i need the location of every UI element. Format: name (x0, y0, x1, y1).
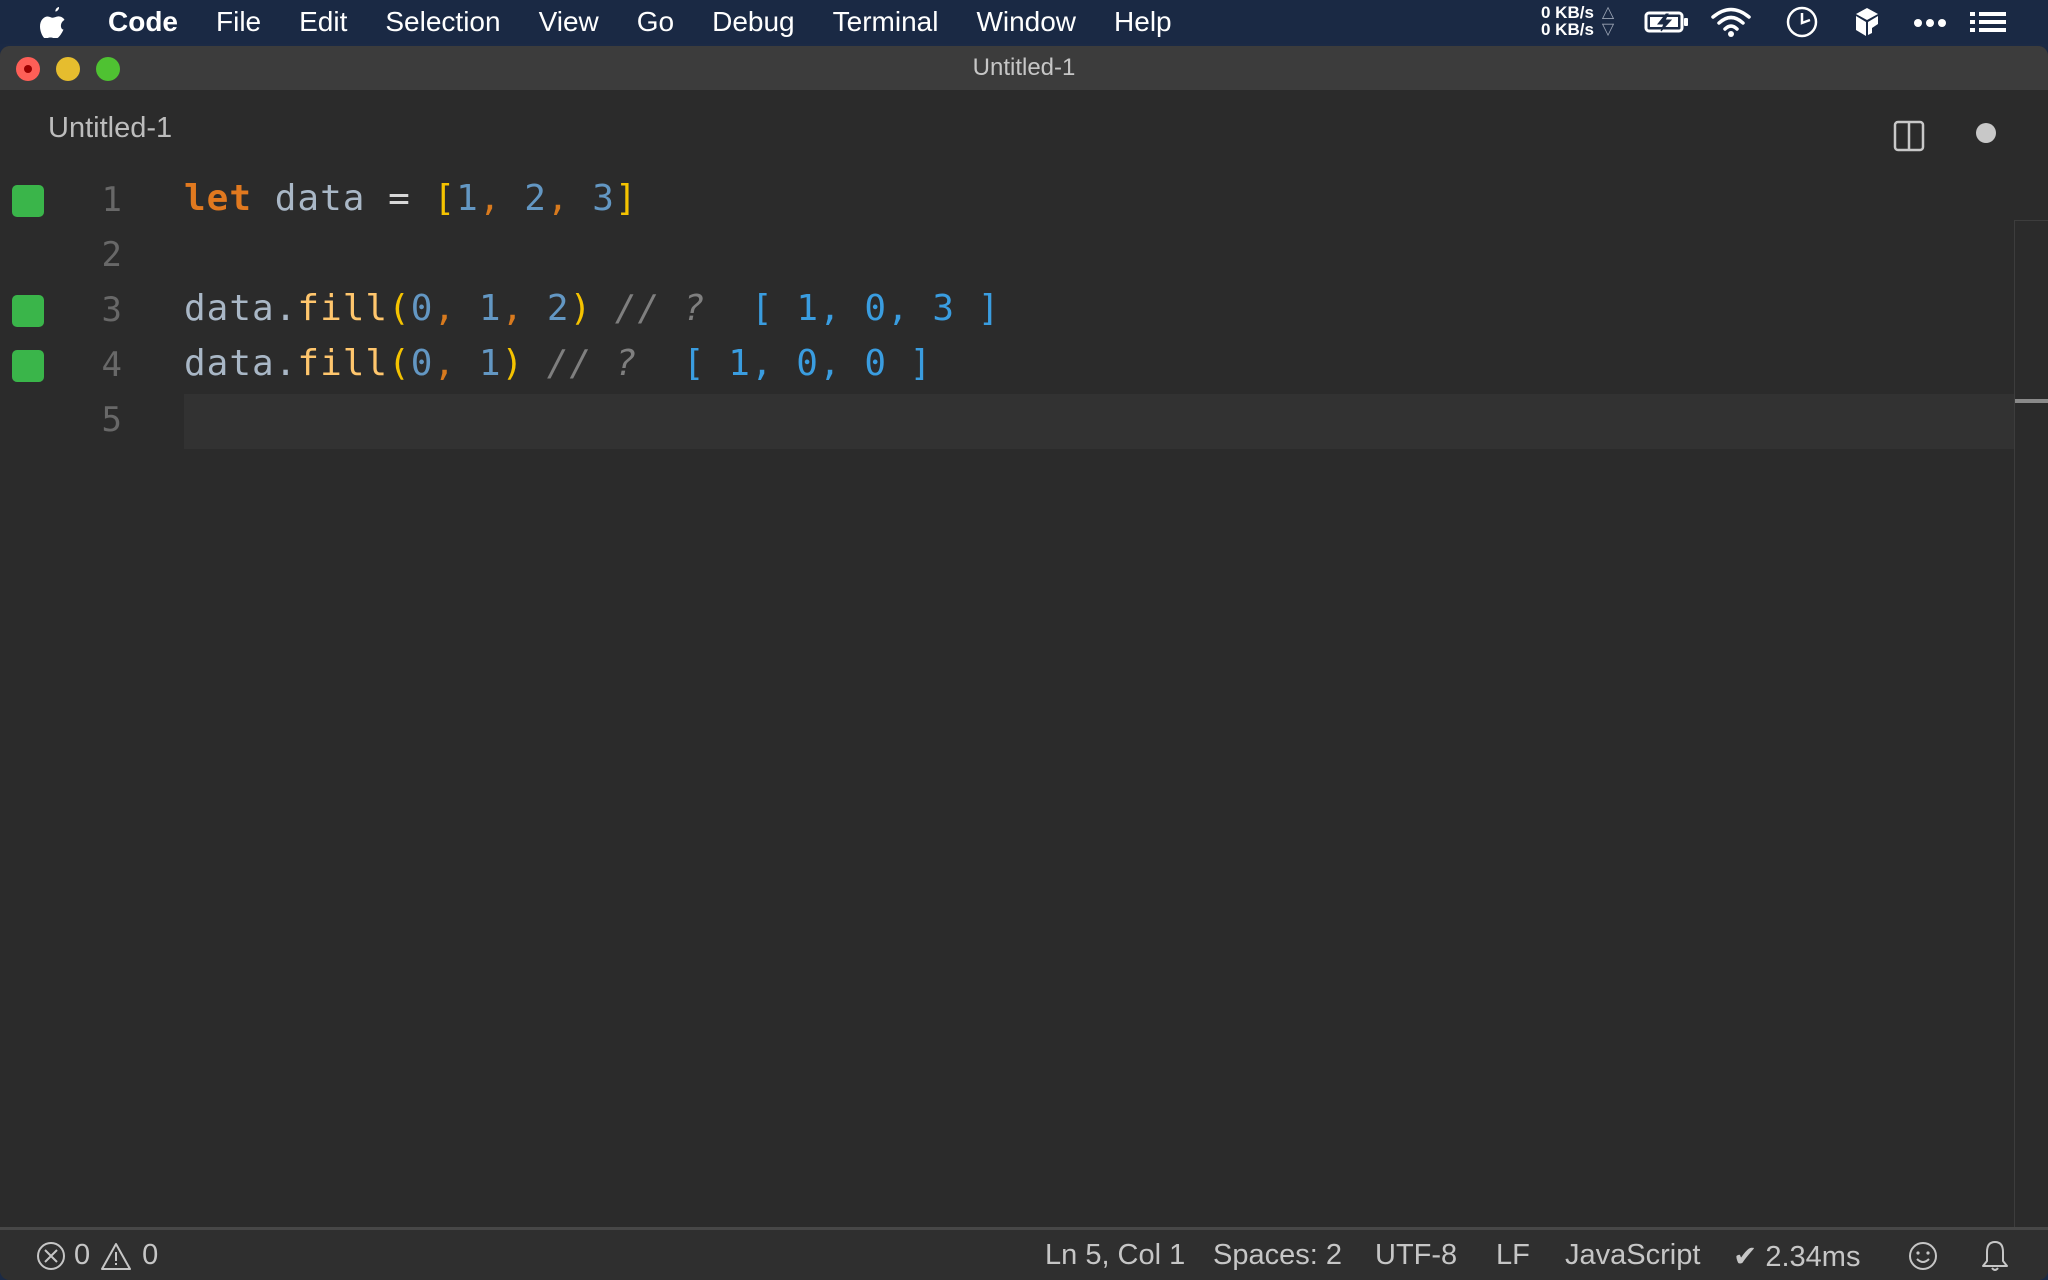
warning-icon (101, 1242, 132, 1270)
vscode-window: Untitled-1 Untitled-1 1 let data = [1, 2,… (0, 46, 2048, 1280)
code-token: 0 (410, 288, 434, 329)
warning-count: 0 (142, 1239, 159, 1271)
code-token: data (184, 343, 275, 384)
menu-file[interactable]: File (216, 6, 261, 38)
battery-charging-icon[interactable] (1644, 6, 1690, 38)
code-token: 1 (478, 343, 502, 384)
code-token: 1 (456, 178, 479, 219)
menu-selection[interactable]: Selection (385, 6, 500, 38)
menu-view[interactable]: View (539, 6, 599, 38)
code-line[interactable]: data.fill(0, 1, 2) // ? [ 1, 0, 3 ] (184, 288, 1000, 329)
language-mode[interactable]: JavaScript (1565, 1239, 1700, 1272)
code-token: // ? (592, 288, 729, 329)
code-token: data (184, 288, 275, 329)
inline-result: [ 1, 0, 3 ] (728, 288, 1001, 329)
window-titlebar[interactable]: Untitled-1 (0, 46, 2048, 90)
inline-result: [ 1, 0, 0 ] (660, 343, 933, 384)
apple-logo-icon[interactable] (40, 6, 68, 38)
upload-arrow-icon: △ (1601, 4, 1615, 21)
download-speed: 0 KB/s (1541, 20, 1594, 39)
cursor-position[interactable]: Ln 5, Col 1 (1045, 1239, 1185, 1272)
overview-ruler-top (2014, 220, 2048, 221)
window-title: Untitled-1 (972, 54, 1076, 81)
quokka-coverage-marker[interactable] (12, 185, 44, 217)
box-app-icon[interactable] (1852, 6, 1882, 38)
code-editor[interactable]: 1 let data = [1, 2, 3] 2 3 data.fill(0, 1, 2… (0, 170, 2048, 1273)
editor-tab-bar: Untitled-1 (0, 90, 2048, 170)
code-token: , (501, 288, 547, 329)
line-number: 1 (101, 180, 122, 220)
menu-code[interactable]: Code (108, 6, 178, 38)
line-number: 3 (101, 290, 122, 330)
eol-setting[interactable]: LF (1496, 1239, 1530, 1272)
error-icon (37, 1241, 65, 1270)
code-token: 3 (592, 178, 615, 219)
line-number: 4 (101, 345, 122, 385)
quokka-coverage-marker[interactable] (12, 350, 44, 382)
code-line[interactable]: let data = [1, 2, 3] (184, 178, 638, 219)
code-token: ( (388, 343, 411, 384)
code-token: . (274, 343, 298, 384)
encoding-setting[interactable]: UTF-8 (1375, 1239, 1457, 1272)
code-token: , (478, 178, 525, 219)
code-token: fill (297, 288, 389, 329)
macos-menu-bar: Code File Edit Selection View Go Debug T… (0, 0, 2048, 44)
code-line[interactable]: data.fill(0, 1) // ? [ 1, 0, 0 ] (184, 343, 932, 384)
line-number: 5 (101, 400, 122, 440)
code-token: fill (297, 343, 389, 384)
quokka-timing[interactable]: ✔ 2.34ms (1733, 1239, 1860, 1274)
code-token: 0 (410, 343, 434, 384)
code-token: 2 (546, 288, 570, 329)
smiley-icon[interactable] (1908, 1240, 1938, 1272)
error-count: 0 (74, 1239, 91, 1271)
code-token: 1 (478, 288, 502, 329)
code-token: [ (433, 178, 457, 219)
status-bar: 0 0 Ln 5, Col 1 Spaces: 2 UTF-8 LF JavaS… (0, 1227, 2048, 1280)
code-token: // ? (524, 343, 661, 384)
indentation-setting[interactable]: Spaces: 2 (1213, 1239, 1342, 1272)
upload-speed: 0 KB/s (1541, 3, 1594, 22)
list-menu-icon[interactable] (1968, 6, 2008, 38)
problems-indicator[interactable]: 0 0 (36, 1239, 158, 1272)
tab-untitled-1[interactable]: Untitled-1 (48, 112, 172, 145)
menu-terminal[interactable]: Terminal (833, 6, 939, 38)
clock-icon[interactable] (1784, 6, 1820, 38)
overview-ruler-cursor-marker (2015, 399, 2048, 403)
code-token: let (184, 178, 253, 219)
overview-ruler[interactable] (2014, 220, 2015, 1273)
code-token: ( (388, 288, 411, 329)
menu-edit[interactable]: Edit (299, 6, 347, 38)
menu-items: Code File Edit Selection View Go Debug T… (108, 0, 1210, 44)
download-arrow-icon: ▽ (1601, 21, 1615, 38)
code-token: , (433, 288, 479, 329)
code-token: 2 (524, 178, 547, 219)
code-token: , (433, 343, 479, 384)
code-token: ) (501, 343, 525, 384)
split-editor-icon[interactable] (1893, 120, 1925, 152)
bell-icon[interactable] (1980, 1239, 2010, 1273)
code-token: data (274, 178, 366, 219)
code-token: , (546, 178, 593, 219)
menu-window[interactable]: Window (976, 6, 1076, 38)
more-dots-icon[interactable] (1912, 6, 1948, 38)
menu-debug[interactable]: Debug (712, 6, 795, 38)
code-token: ) (569, 288, 593, 329)
line-number: 2 (101, 235, 122, 275)
code-token: ] (614, 178, 638, 219)
quokka-coverage-marker[interactable] (12, 295, 44, 327)
unsaved-dot-icon[interactable] (1976, 123, 1996, 143)
code-token: = (388, 178, 411, 219)
code-token: . (274, 288, 298, 329)
current-line-highlight (184, 394, 2014, 449)
wifi-icon[interactable] (1710, 6, 1752, 38)
menu-go[interactable]: Go (637, 6, 674, 38)
network-speed-indicator[interactable]: 0 KB/s △ 0 KB/s ▽ (1541, 4, 1621, 38)
menu-help[interactable]: Help (1114, 6, 1172, 38)
